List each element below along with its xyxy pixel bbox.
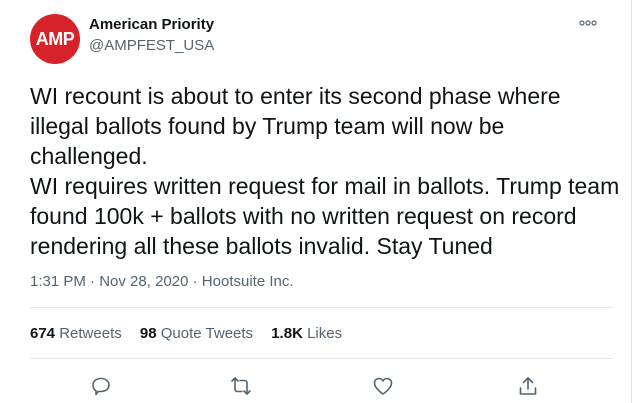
tweet-text-line: WI recount is about to enter its second … bbox=[30, 83, 561, 109]
like-icon[interactable] bbox=[371, 374, 395, 398]
tweet-date[interactable]: Nov 28, 2020 bbox=[99, 273, 188, 290]
share-icon[interactable] bbox=[516, 374, 540, 398]
likes-label: Likes bbox=[307, 325, 343, 342]
retweet-icon[interactable] bbox=[229, 374, 253, 398]
likes-stat[interactable]: 1.8K Likes bbox=[271, 325, 342, 342]
tweet-card: AMP American Priority @AMPFEST_USA WI re… bbox=[0, 0, 632, 403]
likes-count: 1.8K bbox=[271, 325, 303, 342]
quote-tweets-count: 98 bbox=[139, 325, 157, 342]
author-handle[interactable]: @AMPFEST_USA bbox=[89, 37, 214, 54]
tweet-time[interactable]: 1:31 PM bbox=[30, 273, 86, 290]
avatar-logo-text: AMP bbox=[35, 28, 75, 49]
tweet-text-line: found 100k + ballots with no written req… bbox=[30, 203, 577, 229]
retweets-stat[interactable]: 674 Retweets bbox=[30, 325, 122, 342]
tweet-source[interactable]: Hootsuite Inc. bbox=[202, 273, 294, 290]
avatar[interactable]: AMP bbox=[30, 14, 80, 64]
meta-separator: · bbox=[192, 273, 202, 290]
retweets-label: Retweets bbox=[59, 325, 122, 342]
more-icon[interactable] bbox=[578, 16, 598, 30]
reply-icon[interactable] bbox=[89, 374, 113, 398]
quote-tweets-label: Quote Tweets bbox=[160, 325, 254, 342]
tweet-text-line: illegal ballots found by Trump team will… bbox=[30, 113, 505, 139]
retweets-count: 674 bbox=[30, 325, 56, 342]
meta-separator: · bbox=[90, 273, 100, 290]
quote-tweets-stat[interactable]: 98 Quote Tweets bbox=[140, 325, 253, 342]
tweet-meta: 1:31 PM · Nov 28, 2020 · Hootsuite Inc. bbox=[30, 273, 294, 290]
author-name[interactable]: American Priority bbox=[89, 16, 214, 33]
tweet-text-line: rendering all these ballots invalid. Sta… bbox=[30, 233, 493, 259]
divider bbox=[30, 307, 612, 308]
tweet-text: WI recount is about to enter its second … bbox=[30, 81, 620, 261]
tweet-text-line: challenged. bbox=[30, 143, 148, 169]
divider bbox=[30, 358, 612, 359]
tweet-text-line: WI requires written request for mail in … bbox=[30, 173, 620, 199]
tweet-stats: 674 Retweets 98 Quote Tweets 1.8K Likes bbox=[30, 325, 356, 342]
